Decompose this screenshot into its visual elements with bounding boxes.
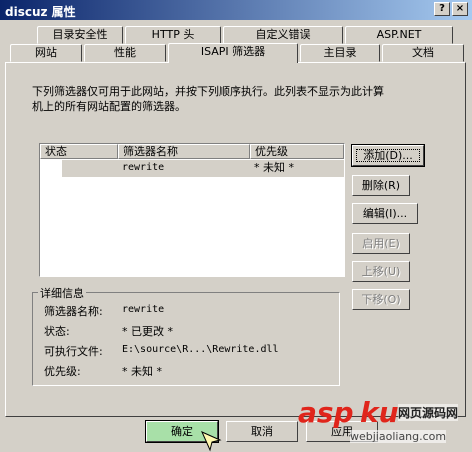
row-filter-name: rewrite — [122, 162, 165, 173]
filter-name-label: 筛选器名称: — [44, 305, 103, 318]
watermark: asp ku 网页源码网 webjiaoliang.com — [298, 398, 468, 448]
title-bar: discuz 属性 ? × — [0, 0, 472, 20]
executable-value: E:\source\R...\Rewrite.dll — [122, 344, 279, 355]
table-row[interactable]: rewrite * 未知 * — [62, 160, 344, 177]
column-header-filter-name[interactable]: 筛选器名称 — [118, 144, 250, 159]
cancel-button[interactable]: 取消 — [226, 421, 298, 442]
tab-documents[interactable]: 文档 — [382, 44, 464, 62]
close-button[interactable]: × — [452, 2, 468, 16]
tab-aspnet[interactable]: ASP.NET — [345, 26, 453, 44]
add-button[interactable]: 添加(D)... — [351, 144, 425, 167]
row-priority: * 未知 * — [254, 161, 294, 174]
watermark-url: webjiaoliang.com — [350, 430, 447, 443]
tab-website[interactable]: 网站 — [10, 44, 82, 62]
status-value: * 已更改 * — [122, 325, 173, 338]
remove-button[interactable]: 删除(R) — [352, 175, 410, 196]
edit-button[interactable]: 编辑(I)... — [352, 203, 418, 224]
filter-list[interactable]: 状态 筛选器名称 优先级 rewrite * 未知 * — [39, 143, 345, 277]
watermark-text-2: ku — [360, 396, 399, 429]
tab-directory-security[interactable]: 目录安全性 — [37, 26, 123, 44]
description-line-1: 下列筛选器仅可用于此网站，并按下列顺序执行。此列表不显示为此计算 — [32, 85, 384, 98]
description-line-2: 机上的所有网站配置的筛选器。 — [32, 100, 186, 113]
tab-performance[interactable]: 性能 — [84, 44, 166, 62]
tab-home-directory[interactable]: 主目录 — [300, 44, 380, 62]
watermark-sub: 网页源码网 — [398, 404, 459, 421]
move-down-button[interactable]: 下移(O) — [352, 289, 410, 310]
filter-name-value: rewrite — [122, 304, 165, 315]
tab-panel: 下列筛选器仅可用于此网站，并按下列顺序执行。此列表不显示为此计算 机上的所有网站… — [5, 62, 466, 417]
status-label: 状态: — [44, 325, 70, 338]
details-legend: 详细信息 — [38, 285, 86, 301]
priority-value: * 未知 * — [122, 365, 162, 378]
priority-label: 优先级: — [44, 365, 81, 378]
help-button[interactable]: ? — [434, 2, 450, 16]
move-up-button[interactable]: 上移(U) — [352, 261, 410, 282]
mouse-cursor-icon — [201, 431, 222, 452]
tab-isapi-filters[interactable]: ISAPI 筛选器 — [168, 43, 298, 63]
column-header-priority[interactable]: 优先级 — [250, 144, 344, 159]
enable-button[interactable]: 启用(E) — [352, 233, 410, 254]
window-title: discuz 属性 — [5, 5, 76, 19]
tab-http-headers[interactable]: HTTP 头 — [125, 26, 221, 44]
executable-label: 可执行文件: — [44, 345, 103, 358]
column-header-status[interactable]: 状态 — [40, 144, 118, 159]
watermark-text-1: asp — [298, 396, 354, 429]
tab-custom-errors[interactable]: 自定义错误 — [223, 26, 343, 44]
